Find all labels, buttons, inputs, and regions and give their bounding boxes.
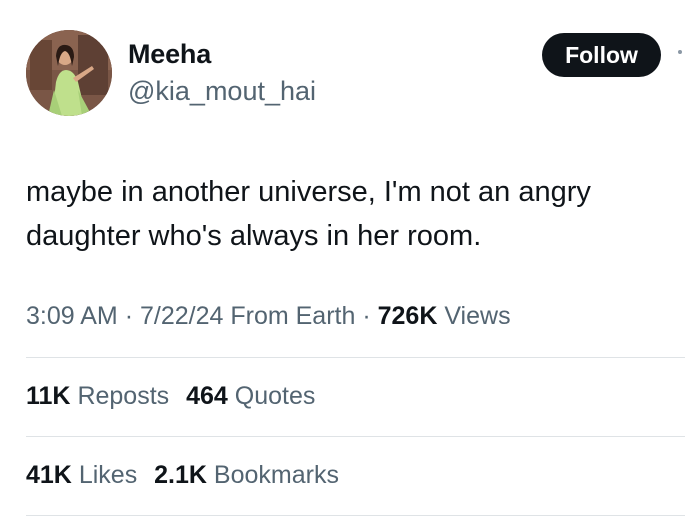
more-options-icon[interactable] — [678, 50, 682, 54]
quotes-label: Quotes — [234, 382, 316, 410]
author-handle[interactable]: @kia_mout_hai — [128, 75, 316, 107]
follow-button[interactable]: Follow — [542, 33, 661, 77]
divider — [26, 515, 685, 516]
likes-stat[interactable]: 41K Likes — [26, 461, 144, 489]
engagement-stats-row: 11K Reposts 464 Quotes — [26, 380, 325, 412]
reposts-count: 11K — [26, 382, 71, 410]
bookmarks-stat[interactable]: 2.1K Bookmarks — [154, 461, 339, 489]
tweet-detail: Meeha @kia_mout_hai Follow maybe in anot… — [0, 0, 685, 527]
divider — [26, 436, 685, 437]
reposts-stat[interactable]: 11K Reposts — [26, 382, 176, 410]
tweet-date[interactable]: 7/22/24 — [140, 302, 223, 330]
reposts-label: Reposts — [77, 382, 170, 410]
views-count: 726K — [377, 302, 438, 330]
meta-separator: · — [362, 302, 371, 330]
likes-label: Likes — [78, 461, 138, 489]
divider — [26, 357, 685, 358]
quotes-count: 464 — [186, 382, 228, 410]
tweet-source: From Earth — [230, 302, 356, 330]
meta-separator: · — [124, 302, 134, 330]
views-label: Views — [444, 302, 511, 330]
tweet-time[interactable]: 3:09 AM — [26, 302, 118, 330]
bookmarks-count: 2.1K — [154, 461, 207, 489]
tweet-meta: 3:09 AM · 7/22/24 From Earth · 726K View… — [26, 300, 511, 332]
avatar-image — [26, 30, 112, 116]
engagement-stats-row: 41K Likes 2.1K Bookmarks — [26, 459, 349, 491]
bookmarks-label: Bookmarks — [213, 461, 339, 489]
author-name[interactable]: Meeha — [128, 38, 211, 70]
quotes-stat[interactable]: 464 Quotes — [186, 382, 315, 410]
tweet-text: maybe in another universe, I'm not an an… — [26, 176, 591, 252]
likes-count: 41K — [26, 461, 72, 489]
avatar[interactable] — [26, 30, 112, 116]
